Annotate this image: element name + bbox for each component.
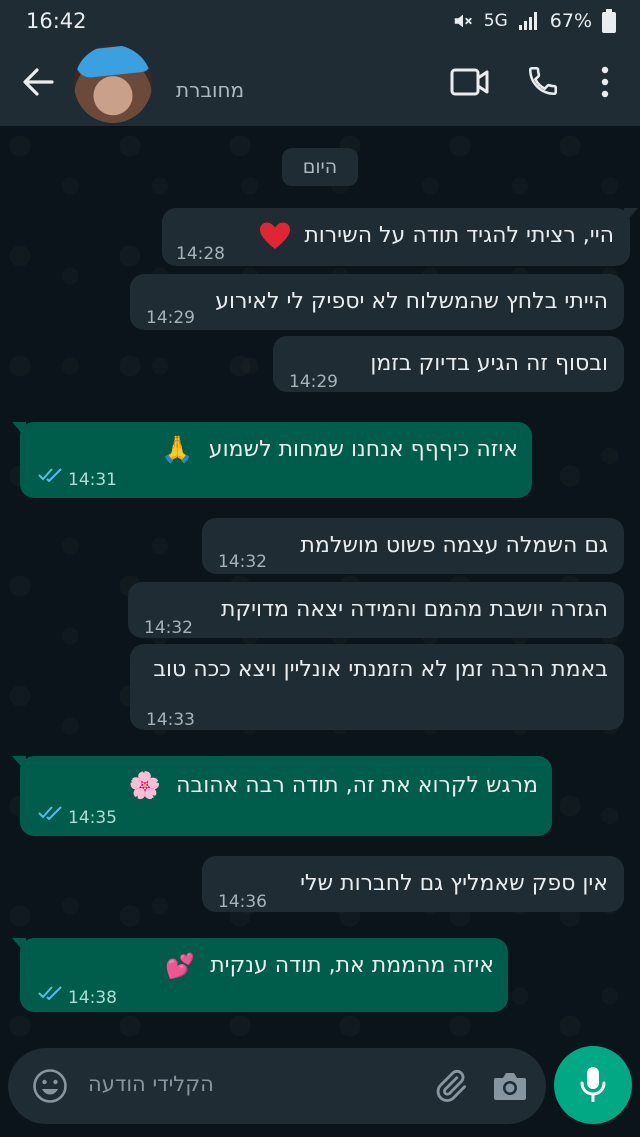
message-text: ובסוף זה הגיע בדיוק בזמן bbox=[370, 351, 608, 376]
status-indicators: 5G 67% bbox=[452, 9, 616, 33]
back-arrow-icon[interactable] bbox=[20, 64, 56, 100]
message-time: 14:38 bbox=[68, 988, 117, 1008]
message-outgoing[interactable]: איזה כיףףף אנחנו שמחות לשמוע 🙏 14:31 bbox=[12, 422, 532, 498]
message-input-bar: הקלידי הודעה bbox=[8, 1048, 546, 1124]
message-time: 14:33 bbox=[146, 710, 195, 730]
message-incoming[interactable]: גם השמלה עצמה פשוט מושלמת 14:32 bbox=[202, 518, 624, 574]
battery-icon bbox=[602, 9, 616, 33]
pray-emoji-icon: 🙏 bbox=[161, 435, 194, 465]
contact-status: מחוברת bbox=[176, 78, 245, 102]
message-time: 14:28 bbox=[176, 244, 225, 264]
message-text: הייתי בלחץ שהמשלוח לא יספיק לי לאירוע bbox=[215, 289, 608, 314]
read-receipt-icon bbox=[38, 468, 62, 482]
message-time: 14:32 bbox=[218, 552, 267, 572]
chat-area[interactable]: היום היי, רציתי להגיד תודה על השירות 14:… bbox=[0, 126, 640, 1046]
emoji-icon[interactable] bbox=[32, 1068, 68, 1104]
message-time: 14:31 bbox=[68, 470, 117, 490]
read-receipt-icon bbox=[38, 986, 62, 1000]
message-incoming[interactable]: היי, רציתי להגיד תודה על השירות 14:28 bbox=[162, 208, 638, 266]
message-outgoing[interactable]: מרגש לקרוא את זה, תודה רבה אהובה 🌸 14:35 bbox=[12, 756, 552, 836]
message-text: הגזרה יושבת מהמם והמידה יצאה מדויקת bbox=[221, 597, 608, 622]
message-time: 14:35 bbox=[68, 808, 117, 828]
message-text: מרגש לקרוא את זה, תודה רבה אהובה bbox=[176, 773, 538, 798]
message-text: איזה כיףףף אנחנו שמחות לשמוע bbox=[208, 437, 518, 462]
message-outgoing[interactable]: איזה מהממת את, תודה ענקית 💕 14:38 bbox=[12, 938, 508, 1012]
message-incoming[interactable]: ובסוף זה הגיע בדיוק בזמן 14:29 bbox=[273, 336, 624, 392]
battery-percent: 67% bbox=[549, 10, 592, 32]
video-call-icon[interactable] bbox=[450, 66, 490, 98]
date-chip: היום bbox=[282, 148, 358, 186]
message-text: היי, רציתי להגיד תודה על השירות bbox=[304, 223, 614, 248]
message-time: 14:29 bbox=[146, 308, 195, 328]
read-receipt-icon bbox=[38, 806, 62, 820]
heart-emoji-icon bbox=[260, 222, 291, 249]
message-time: 14:32 bbox=[144, 618, 193, 638]
message-incoming[interactable]: אין ספק שאמליץ גם לחברות שלי 14:36 bbox=[202, 856, 624, 912]
status-time: 16:42 bbox=[26, 9, 87, 33]
message-incoming[interactable]: הגזרה יושבת מהמם והמידה יצאה מדויקת 14:3… bbox=[128, 582, 624, 638]
bubble-tail bbox=[12, 422, 26, 438]
message-time: 14:29 bbox=[289, 372, 338, 392]
network-label: 5G bbox=[483, 11, 508, 31]
attach-icon[interactable] bbox=[432, 1068, 468, 1104]
bubble-tail bbox=[624, 208, 638, 224]
chat-header: מחוברת bbox=[0, 42, 640, 126]
mute-icon bbox=[454, 14, 472, 28]
status-bar: 16:42 5G 67% bbox=[0, 0, 640, 42]
hearts-emoji-icon: 💕 bbox=[165, 952, 196, 980]
message-incoming[interactable]: באמת הרבה זמן לא הזמנתי אונליין ויצא ככה… bbox=[130, 644, 624, 730]
message-text: אין ספק שאמליץ גם לחברות שלי bbox=[300, 871, 608, 896]
avatar[interactable] bbox=[74, 45, 152, 123]
phone-icon[interactable] bbox=[526, 64, 560, 98]
mic-icon bbox=[580, 1067, 606, 1102]
more-vert-icon[interactable] bbox=[598, 64, 612, 100]
bubble-tail bbox=[12, 756, 26, 772]
blossom-emoji-icon: 🌸 bbox=[128, 771, 162, 801]
message-text: איזה מהממת את, תודה ענקית bbox=[210, 953, 494, 978]
bubble-tail bbox=[12, 938, 26, 954]
mic-button[interactable] bbox=[554, 1046, 632, 1124]
message-time: 14:36 bbox=[218, 892, 267, 912]
message-incoming[interactable]: הייתי בלחץ שהמשלוח לא יספיק לי לאירוע 14… bbox=[130, 274, 624, 330]
signal-icon bbox=[518, 12, 537, 30]
message-text: באמת הרבה זמן לא הזמנתי אונליין ויצא ככה… bbox=[153, 657, 608, 682]
message-input[interactable]: הקלידי הודעה bbox=[88, 1072, 214, 1096]
message-text: גם השמלה עצמה פשוט מושלמת bbox=[300, 533, 608, 558]
avatar-redaction bbox=[74, 45, 152, 79]
camera-icon[interactable] bbox=[492, 1070, 528, 1102]
